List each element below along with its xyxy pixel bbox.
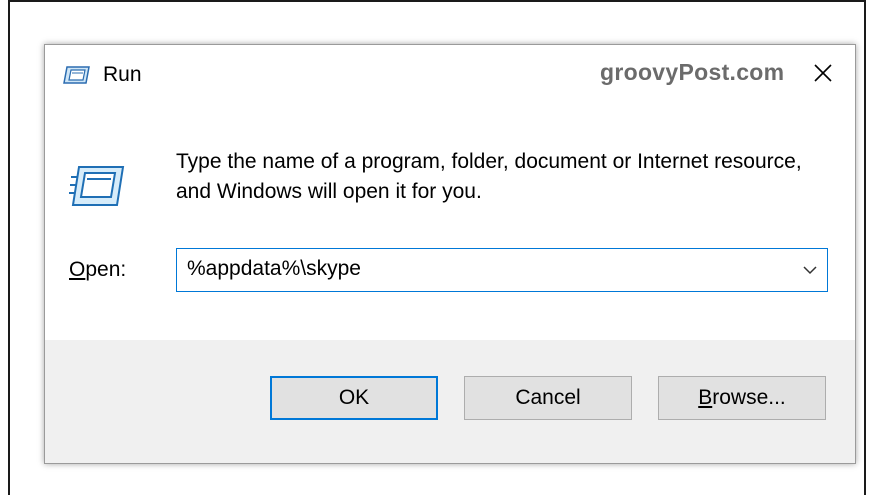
window-edge-left <box>8 0 10 495</box>
button-bar: OK Cancel Browse... <box>45 340 855 463</box>
close-button[interactable] <box>803 55 843 95</box>
title-bar[interactable]: Run groovyPost.com <box>45 45 855 109</box>
watermark-brand: groovyPost.com <box>600 59 785 85</box>
chevron-down-icon[interactable] <box>797 257 823 283</box>
dialog-title: Run <box>103 63 142 86</box>
browse-accelerator: B <box>698 386 713 409</box>
window-edge-right <box>864 0 866 495</box>
ok-button[interactable]: OK <box>270 376 438 420</box>
close-icon <box>813 63 833 88</box>
open-label: Open: <box>69 258 126 282</box>
run-icon <box>63 65 91 85</box>
open-label-text: pen: <box>85 258 127 281</box>
cancel-button[interactable]: Cancel <box>464 376 632 420</box>
run-icon <box>69 163 125 209</box>
browse-button[interactable]: Browse... <box>658 376 826 420</box>
open-label-accelerator: O <box>69 258 86 281</box>
window-edge-top <box>8 0 866 2</box>
dialog-description: Type the name of a program, folder, docu… <box>176 150 802 203</box>
run-dialog: Run groovyPost.com Type the name of a pr… <box>44 44 856 464</box>
browse-label: rowse... <box>712 386 786 409</box>
open-combobox[interactable] <box>176 248 828 292</box>
open-input[interactable] <box>187 257 787 281</box>
